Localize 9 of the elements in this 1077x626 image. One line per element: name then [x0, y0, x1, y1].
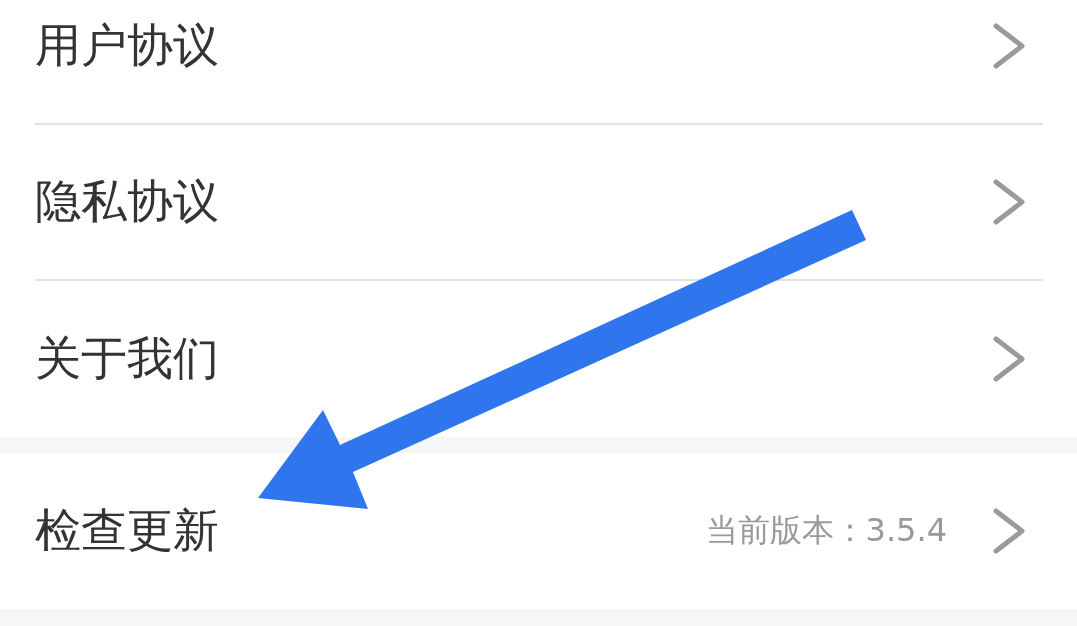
chevron-right-icon[interactable] — [993, 179, 1025, 225]
chevron-right-icon[interactable] — [993, 23, 1025, 69]
setting-label[interactable]: 检查更新 — [35, 500, 219, 562]
setting-label[interactable]: 隐私协议 — [35, 171, 219, 233]
chevron-right-icon[interactable] — [993, 508, 1025, 554]
version-text: 当前版本：3.5.4 — [705, 510, 947, 551]
setting-label[interactable]: 关于我们 — [35, 328, 219, 390]
setting-label[interactable]: 用户协议 — [35, 15, 219, 77]
chevron-right-icon[interactable] — [993, 336, 1025, 382]
